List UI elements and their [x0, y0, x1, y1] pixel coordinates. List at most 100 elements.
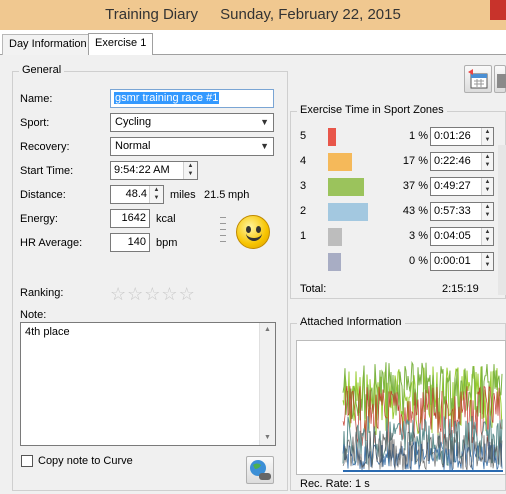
chevron-down-icon: ▼ — [260, 117, 269, 127]
tab-day-information[interactable]: Day Information — [2, 34, 94, 55]
calendar-icon — [468, 69, 488, 89]
ranking-label: Ranking: — [20, 287, 64, 299]
zone-time-value: 0:04:05 — [434, 230, 471, 242]
distance-unit: miles — [170, 189, 196, 201]
star-icon[interactable]: ☆ — [110, 284, 127, 304]
recovery-select-value: Normal — [115, 140, 151, 152]
globe-button[interactable] — [246, 456, 274, 484]
energy-field[interactable]: 1642 — [110, 209, 150, 228]
name-field[interactable]: gsmr training race #1 — [110, 89, 274, 108]
hr-unit: bpm — [156, 237, 178, 249]
hr-average-field[interactable]: 140 — [110, 233, 150, 252]
zone-time-value: 0:49:27 — [434, 180, 471, 192]
energy-unit: kcal — [156, 213, 176, 225]
tab-strip: Day Information Exercise 1 — [0, 30, 506, 55]
sport-zones-title: Exercise Time in Sport Zones — [297, 104, 447, 116]
zone-time-spinner[interactable]: ▲ ▼ — [481, 128, 493, 145]
trash-icon — [497, 74, 506, 88]
scroll-down-icon[interactable]: ▼ — [260, 431, 275, 445]
chevron-down-icon: ▼ — [260, 141, 269, 151]
zone-row: 3 37 % 0:49:27 ▲ ▼ — [298, 176, 506, 198]
zone-time-spinner[interactable]: ▲ ▼ — [481, 228, 493, 245]
distance-field[interactable]: 48.4 ▲ ▼ — [110, 185, 164, 204]
tab-exercise-1[interactable]: Exercise 1 — [88, 33, 154, 55]
note-scrollbar[interactable]: ▲ ▼ — [259, 323, 275, 445]
distance-spinner[interactable]: ▲ ▼ — [149, 186, 163, 203]
title-bar: Training Diary Sunday, February 22, 2015 — [0, 0, 506, 30]
zone-time-value: 0:01:26 — [434, 130, 471, 142]
zone-time-value: 0:22:46 — [434, 155, 471, 167]
scroll-up-icon[interactable]: ▲ — [260, 323, 275, 337]
energy-value: 1642 — [121, 212, 146, 224]
exercise-panel: General Name: gsmr training race #1 Spor… — [0, 55, 506, 494]
copy-note-checkbox[interactable] — [21, 455, 33, 467]
sport-select-value: Cycling — [115, 116, 152, 128]
zone-percent: 1 % — [409, 130, 428, 142]
zone-time-field[interactable]: 0:49:27 ▲ ▼ — [430, 177, 494, 196]
zone-number: 4 — [300, 155, 307, 167]
start-time-label: Start Time: — [20, 165, 74, 177]
mood-scale[interactable] — [220, 217, 230, 251]
zone-row: 2 43 % 0:57:33 ▲ ▼ — [298, 201, 506, 223]
note-text: 4th place — [25, 326, 70, 338]
close-button[interactable] — [490, 0, 506, 20]
note-textarea[interactable]: 4th place ▲ ▼ — [20, 322, 276, 446]
energy-label: Energy: — [20, 213, 58, 225]
star-icon[interactable]: ☆ — [179, 284, 196, 304]
zone-row: 1 3 % 0:04:05 ▲ ▼ — [298, 226, 506, 248]
app-title: Training Diary — [105, 6, 198, 23]
smiley-icon[interactable] — [236, 215, 270, 249]
name-field-value: gsmr training race #1 — [114, 92, 220, 104]
star-icon[interactable]: ☆ — [161, 284, 178, 304]
zone-number: 3 — [300, 180, 307, 192]
curve-plot — [342, 360, 503, 472]
star-icon[interactable]: ☆ — [144, 284, 161, 304]
zone-number: 5 — [300, 130, 307, 142]
zone-percent: 0 % — [409, 255, 428, 267]
zone-percent: 17 % — [402, 155, 428, 167]
start-time-value: 9:54:22 AM — [114, 164, 170, 176]
zone-time-field[interactable]: 0:04:05 ▲ ▼ — [430, 227, 494, 246]
zone-number: 1 — [300, 230, 307, 242]
hr-average-value: 140 — [127, 236, 146, 248]
ranking-stars[interactable]: ☆☆☆☆☆ — [110, 284, 196, 305]
copy-note-label: Copy note to Curve — [38, 455, 133, 467]
speed-value: 21.5 — [204, 189, 226, 201]
sport-label: Sport: — [20, 117, 50, 129]
note-label: Note: — [20, 309, 47, 321]
zone-bar — [328, 153, 352, 171]
zone-bar — [328, 253, 341, 271]
zone-bar — [328, 128, 336, 146]
delete-button[interactable] — [494, 65, 506, 93]
zone-row: 0 % 0:00:01 ▲ ▼ — [298, 251, 506, 273]
diary-date: Sunday, February 22, 2015 — [220, 6, 401, 23]
zone-percent: 43 % — [402, 205, 428, 217]
distance-value: 48.4 — [125, 188, 147, 200]
star-icon[interactable]: ☆ — [127, 284, 144, 304]
zone-time-field[interactable]: 0:00:01 ▲ ▼ — [430, 252, 494, 271]
zone-row: 5 1 % 0:01:26 ▲ ▼ — [298, 126, 506, 148]
name-label: Name: — [20, 93, 53, 105]
recovery-label: Recovery: — [20, 141, 70, 153]
attached-curve-chart[interactable] — [296, 340, 506, 475]
recovery-select[interactable]: Normal ▼ — [110, 137, 274, 156]
globe-icon — [250, 460, 271, 480]
zones-scrollbar[interactable] — [498, 145, 506, 295]
zone-time-value: 0:57:33 — [434, 205, 471, 217]
zone-time-spinner[interactable]: ▲ ▼ — [481, 203, 493, 220]
zone-bar — [328, 203, 368, 221]
zone-time-field[interactable]: 0:57:33 ▲ ▼ — [430, 202, 494, 221]
attached-info-title: Attached Information — [297, 316, 405, 328]
total-label: Total: — [300, 283, 327, 295]
start-time-spinner[interactable]: ▲ ▼ — [183, 162, 197, 179]
zone-bar — [328, 178, 364, 196]
sport-select[interactable]: Cycling ▼ — [110, 113, 274, 132]
zone-time-field[interactable]: 0:22:46 ▲ ▼ — [430, 152, 494, 171]
zone-time-spinner[interactable]: ▲ ▼ — [481, 153, 493, 170]
zone-time-spinner[interactable]: ▲ ▼ — [481, 253, 493, 270]
rec-rate-label: Rec. Rate: 1 s — [300, 478, 370, 490]
start-time-field[interactable]: 9:54:22 AM ▲ ▼ — [110, 161, 198, 180]
zone-time-spinner[interactable]: ▲ ▼ — [481, 178, 493, 195]
zone-time-field[interactable]: 0:01:26 ▲ ▼ — [430, 127, 494, 146]
calendar-button[interactable] — [464, 65, 492, 93]
